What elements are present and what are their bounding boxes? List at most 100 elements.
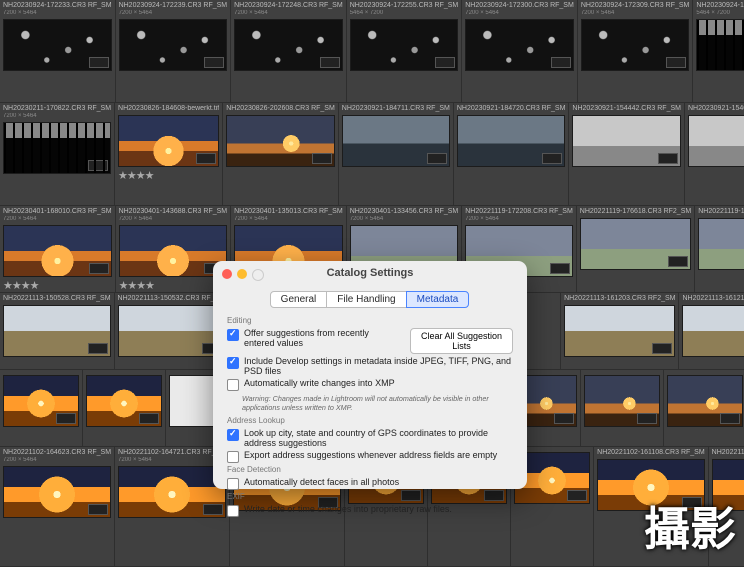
thumbnail-image[interactable] [457, 115, 566, 167]
thumbnail-badge-icon [204, 57, 224, 68]
window-zoom-icon[interactable] [252, 269, 264, 281]
thumbnail-image[interactable] [3, 19, 112, 71]
dialog-tabs: General File Handling Metadata [213, 291, 527, 314]
thumbnail-image[interactable] [572, 115, 681, 167]
thumbnail-image[interactable] [688, 115, 744, 167]
thumbnail-image[interactable] [118, 466, 226, 518]
thumbnail-image[interactable] [3, 466, 111, 518]
thumbnail-cell[interactable]: NH20230921-154442.CR3 RF_SM [569, 103, 685, 206]
section-heading-editing: Editing [227, 316, 513, 325]
thumbnail-image[interactable] [581, 19, 690, 71]
thumbnail-cell[interactable]: NH20230921-184720.CR3 RF_SM [454, 103, 570, 206]
thumbnail-image[interactable] [350, 19, 459, 71]
tab-file-handling[interactable]: File Handling [326, 291, 406, 308]
checkbox-write-raw[interactable] [227, 505, 239, 517]
thumbnail-image[interactable] [3, 225, 112, 277]
thumbnail-cell[interactable]: NH20221119-176618.CR3 RF2_SM [577, 206, 695, 293]
thumbnail-image[interactable] [86, 375, 162, 427]
thumbnail-image[interactable] [667, 375, 743, 427]
thumbnail-image[interactable] [342, 115, 450, 167]
thumbnail-cell[interactable]: NH20221113-150528.CR3 RF_SM [0, 293, 115, 370]
thumbnail-badge-icon [668, 256, 688, 267]
checkbox-include-develop[interactable] [227, 357, 239, 369]
thumbnail-image[interactable] [119, 225, 228, 277]
thumbnail-cell[interactable]: NH20221102-164623.CR3 RF_SM7200 × 5464 [0, 447, 115, 567]
thumbnail-image[interactable] [580, 218, 691, 270]
thumbnail-badge-icon [658, 153, 678, 164]
thumbnail-image[interactable] [712, 459, 744, 511]
thumbnail-filename: NH20230921-184711.CR3 RF_SM [342, 105, 450, 112]
thumbnail-cell[interactable]: NH20230924-172255.CR3 RF_SM5464 × 7200 [347, 0, 463, 103]
catalog-settings-dialog: Catalog Settings General File Handling M… [213, 261, 527, 489]
thumbnail-image[interactable] [465, 19, 574, 71]
tab-general[interactable]: General [270, 291, 328, 308]
thumbnail-badge-icon [89, 263, 109, 274]
thumbnail-cell[interactable] [581, 370, 664, 447]
thumbnail-image[interactable] [698, 218, 744, 270]
section-heading-face: Face Detection [227, 465, 513, 474]
thumbnail-cell[interactable]: NH20230924-170911.CR3 RF_SM5464 × 7200 [693, 0, 744, 103]
checkbox-auto-faces[interactable] [227, 478, 239, 490]
thumbnail-image[interactable] [597, 459, 705, 511]
thumbnail-badge-icon [542, 153, 562, 164]
thumbnail-cell[interactable] [0, 370, 83, 447]
thumbnail-badge-icon [56, 413, 76, 424]
thumbnail-cell[interactable]: NH20230211-170822.CR3 RF_SM7200 × 5464 [0, 103, 115, 206]
thumbnail-dimensions: 7200 × 5464 [465, 216, 573, 222]
thumbnail-cell[interactable]: NH20221113-161203.CR3 RF2_SM [561, 293, 679, 370]
thumbnail-image[interactable] [584, 375, 660, 427]
checkbox-gps-lookup[interactable] [227, 429, 239, 441]
thumbnail-image[interactable] [118, 305, 226, 357]
thumbnail-cell[interactable]: NH20221102-161108.CR3 RF_SM [594, 447, 709, 567]
thumbnail-cell[interactable]: NH20230921-154607.CR3 RF_SM [685, 103, 744, 206]
label-gps-lookup: Look up city, state and country of GPS c… [244, 428, 513, 448]
thumbnail-image[interactable] [3, 375, 79, 427]
label-auto-faces: Automatically detect faces in all photos [244, 477, 399, 487]
thumbnail-cell[interactable]: NH20221102-161203.CR3 RF_SM [709, 447, 744, 567]
thumbnail-filename: NH20230924-172233.CR3 RF_SM [3, 2, 112, 9]
thumbnail-cell[interactable]: NH20230924-172239.CR3 RF_SM7200 × 5464 [116, 0, 232, 103]
label-include-develop: Include Develop settings in metadata ins… [244, 356, 513, 376]
thumbnail-dimensions: 7200 × 5464 [234, 216, 343, 222]
thumbnail-cell[interactable]: NH20230826-202608.CR3 RF_SM [223, 103, 339, 206]
label-offer-suggestions: Offer suggestions from recently entered … [244, 328, 399, 348]
thumbnail-cell[interactable]: NH20230924-172309.CR3 RF_SM7200 × 5464 [578, 0, 694, 103]
thumbnail-rating[interactable]: ★★★★ [3, 279, 112, 291]
thumbnail-image[interactable] [3, 305, 111, 357]
thumbnail-image[interactable] [564, 305, 675, 357]
checkbox-export-address[interactable] [227, 451, 239, 463]
thumbnail-rating[interactable]: ★★★★ [118, 169, 219, 181]
thumbnail-cell[interactable]: NH20230826-184608-bewerkt.tif ★★★★ [115, 103, 223, 206]
thumbnail-image[interactable] [226, 115, 335, 167]
thumbnail-cell[interactable] [664, 370, 744, 447]
thumbnail-image[interactable] [119, 19, 228, 71]
window-minimize-icon[interactable] [237, 269, 247, 279]
thumbnail-cell[interactable] [83, 370, 166, 447]
thumbnail-image[interactable] [234, 19, 343, 71]
thumbnail-filename: NH20230826-184608-bewerkt.tif [118, 105, 219, 112]
thumbnail-cell[interactable]: NH20230401-168010.CR3 RF_SM7200 × 5464★★… [0, 206, 116, 293]
thumbnail-rating[interactable]: ★★★★ [119, 279, 228, 291]
thumbnail-image[interactable] [682, 305, 744, 357]
thumbnail-image[interactable] [3, 122, 111, 174]
thumbnail-cell[interactable]: NH20221113-161213.CR3 RF_SM [679, 293, 744, 370]
thumbnail-cell[interactable]: NH20230921-184711.CR3 RF_SM [339, 103, 454, 206]
thumbnail-cell[interactable]: NH20221113-150532.CR3 RF_SM [115, 293, 230, 370]
thumbnail-image[interactable] [696, 19, 744, 71]
checkbox-offer-suggestions[interactable] [227, 329, 239, 341]
clear-suggestions-button[interactable]: Clear All Suggestion Lists [410, 328, 513, 354]
checkbox-auto-xmp[interactable] [227, 379, 239, 391]
thumbnail-filename: NH20221119-172208.CR3 RF_SM [465, 208, 573, 215]
thumbnail-badge-icon [320, 57, 340, 68]
thumbnail-cell[interactable]: NH20230924-172248.CR3 RF_SM7200 × 5464 [231, 0, 347, 103]
thumbnail-dimensions: 7200 × 5464 [234, 10, 343, 16]
thumbnail-badge-icon [196, 153, 216, 164]
thumbnail-cell[interactable]: NH20230924-172300.CR3 RF_SM7200 × 5464 [462, 0, 578, 103]
thumbnail-image[interactable] [118, 115, 219, 167]
tab-metadata[interactable]: Metadata [406, 291, 470, 308]
thumbnail-cell[interactable]: NH20230924-172233.CR3 RF_SM7200 × 5464 [0, 0, 116, 103]
thumbnail-cell[interactable]: NH20221119-172008.CR3 RF2_SM [695, 206, 744, 293]
window-close-icon[interactable] [222, 269, 232, 279]
thumbnail-filename: NH20230211-170822.CR3 RF_SM [3, 105, 111, 112]
label-write-raw: Write date or time changes into propriet… [244, 504, 452, 514]
